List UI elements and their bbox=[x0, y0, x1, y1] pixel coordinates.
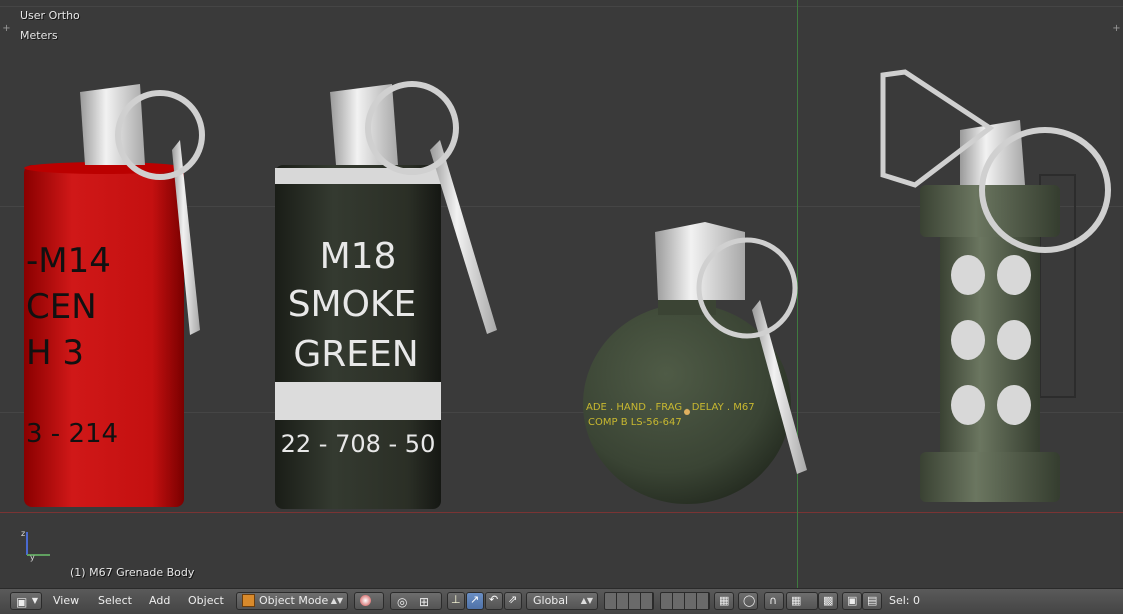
clapper-icon: ▤ bbox=[867, 594, 878, 607]
canister-lot-number: 3 - 214 bbox=[26, 419, 118, 449]
3d-view-icon: ▣ bbox=[16, 595, 28, 609]
m18-smoke-canister[interactable]: M18 SMOKE GREEN 22 - 708 - 50 bbox=[275, 81, 497, 509]
rotate-icon: ↶ bbox=[489, 593, 499, 606]
object-origin-icon bbox=[684, 409, 690, 415]
arrow-icon: ↗ bbox=[470, 593, 480, 606]
canister-label-line: CEN bbox=[26, 287, 97, 327]
canister-white-band bbox=[275, 382, 441, 420]
3d-viewport[interactable]: + + User Ortho Meters (1) M67 Grenade Bo… bbox=[0, 0, 1123, 588]
fuze-head bbox=[330, 84, 398, 165]
svg-text:z: z bbox=[21, 529, 25, 538]
scale-icon: ⇗ bbox=[508, 593, 518, 606]
chevron-down-icon: ▼ bbox=[31, 596, 38, 605]
menu-select[interactable]: Select bbox=[98, 593, 132, 609]
axis-gizmo-icon: y z bbox=[21, 529, 50, 562]
orientation-label: Global bbox=[533, 594, 569, 607]
menu-view[interactable]: View bbox=[53, 593, 79, 609]
grenade-marking: COMP B LS-56-647 bbox=[588, 417, 682, 428]
svg-text:y: y bbox=[30, 553, 35, 562]
magnet-icon: ∩ bbox=[769, 594, 778, 607]
chevron-down-icon: ▲▼ bbox=[580, 596, 593, 605]
canister-label-line: H 3 bbox=[26, 333, 84, 373]
chevron-down-icon: ▲▼ bbox=[330, 596, 343, 605]
shading-icon bbox=[360, 595, 371, 606]
cube-icon bbox=[242, 594, 255, 607]
transform-orientation-dropdown[interactable]: Global ▲▼ bbox=[526, 592, 598, 610]
canister-label-line: -M14 bbox=[26, 241, 111, 281]
m67-frag-grenade[interactable]: ADE . HAND . FRAG . DELAY . M67 COMP B L… bbox=[583, 222, 807, 504]
pivot-point-button[interactable]: ◎ ⊞ bbox=[390, 592, 442, 610]
menu-object[interactable]: Object bbox=[188, 593, 224, 609]
flashbang-grenade[interactable] bbox=[880, 69, 1111, 502]
mode-dropdown[interactable]: Object Mode ▲▼ bbox=[236, 592, 348, 610]
translate-manipulator[interactable]: ↗ bbox=[466, 592, 484, 610]
circle-icon: ◯ bbox=[743, 594, 756, 607]
mode-label: Object Mode bbox=[259, 594, 329, 607]
layer-buttons-b[interactable] bbox=[660, 592, 710, 610]
proportional-edit-button[interactable]: ◯ bbox=[738, 592, 758, 610]
canister-lot-number: 22 - 708 - 50 bbox=[281, 430, 436, 458]
3d-view-header: ▣ ▼ View Select Add Object Object Mode ▲… bbox=[0, 588, 1123, 614]
canister-label-line: GREEN bbox=[293, 334, 418, 375]
canister-label-line: SMOKE bbox=[288, 284, 417, 325]
axis-icon: ⊥ bbox=[451, 593, 461, 606]
pivot-icon: ◎ bbox=[397, 595, 408, 609]
snap-element-dropdown[interactable]: ▦ bbox=[786, 592, 818, 610]
lock-icon: ▦ bbox=[719, 594, 730, 607]
red-smoke-canister[interactable]: -M14 CEN H 3 3 - 214 bbox=[24, 84, 205, 507]
scale-manipulator[interactable]: ⇗ bbox=[504, 592, 522, 610]
selection-status: Sel: 0 bbox=[889, 594, 921, 607]
menu-add[interactable]: Add bbox=[149, 593, 170, 609]
manipulator-icon: ⊞ bbox=[419, 595, 430, 609]
camera-icon: ▣ bbox=[847, 594, 858, 607]
bottom-hex-cap bbox=[920, 452, 1060, 502]
render-icon: ▩ bbox=[823, 594, 834, 607]
editor-type-button[interactable]: ▣ ▼ bbox=[10, 592, 42, 610]
manipulator-toggle[interactable]: ⊥ bbox=[447, 592, 465, 610]
layer-buttons-a[interactable] bbox=[604, 592, 654, 610]
rotate-manipulator[interactable]: ↶ bbox=[485, 592, 503, 610]
viewport-shading-button[interactable] bbox=[354, 592, 384, 610]
render-button[interactable]: ▩ bbox=[818, 592, 838, 610]
layer-lock-button[interactable]: ▦ bbox=[714, 592, 734, 610]
render-image-button[interactable]: ▣ bbox=[842, 592, 862, 610]
snap-increment-icon: ▦ bbox=[791, 594, 802, 607]
top-hex-cap bbox=[920, 185, 1060, 237]
snap-toggle-button[interactable]: ∩ bbox=[764, 592, 784, 610]
render-animation-button[interactable]: ▤ bbox=[862, 592, 882, 610]
grenade-marking: ADE . HAND . FRAG . DELAY . M67 bbox=[586, 402, 755, 413]
fuze-head bbox=[80, 84, 145, 165]
canister-label-line: M18 bbox=[320, 236, 397, 277]
